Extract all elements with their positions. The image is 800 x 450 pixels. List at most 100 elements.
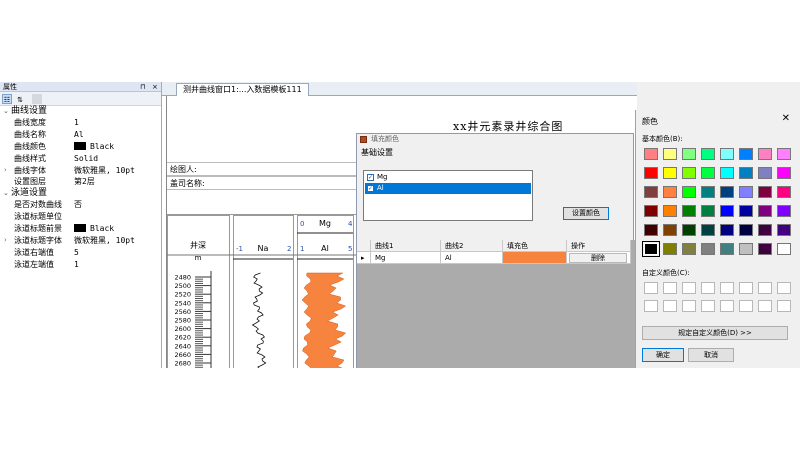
- property-row[interactable]: › 曲线字体 微软雅黑, 10pt: [0, 165, 161, 177]
- property-value[interactable]: 1: [74, 117, 79, 129]
- property-row[interactable]: 曲线名称 Al: [0, 129, 161, 141]
- grid-cell-curve2[interactable]: Al: [441, 252, 503, 264]
- custom-color-swatch[interactable]: [644, 300, 658, 312]
- chevron-down-icon[interactable]: ⌄: [3, 188, 9, 199]
- basic-color-swatch[interactable]: [682, 243, 696, 255]
- property-row[interactable]: 曲线宽度 1: [0, 117, 161, 129]
- chevron-down-icon[interactable]: ⌄: [3, 106, 9, 117]
- basic-color-swatch[interactable]: [663, 224, 677, 236]
- basic-color-swatch[interactable]: [777, 186, 791, 198]
- custom-color-swatch[interactable]: [720, 282, 734, 294]
- custom-color-swatch[interactable]: [777, 300, 791, 312]
- checkbox[interactable]: ✓: [367, 174, 374, 181]
- basic-color-swatch[interactable]: [701, 167, 715, 179]
- basic-color-swatch[interactable]: [758, 205, 772, 217]
- property-row[interactable]: 设置图层 第2层: [0, 176, 161, 188]
- basic-color-swatch[interactable]: [739, 167, 753, 179]
- custom-color-swatch[interactable]: [739, 300, 753, 312]
- property-value[interactable]: Al: [74, 129, 84, 141]
- grid-cell-action[interactable]: 删除: [567, 252, 631, 264]
- basic-color-swatch[interactable]: [720, 243, 734, 255]
- checkbox[interactable]: ✓: [367, 185, 374, 192]
- basic-color-swatch[interactable]: [701, 243, 715, 255]
- basic-color-swatch[interactable]: [720, 186, 734, 198]
- custom-color-swatch[interactable]: [644, 282, 658, 294]
- basic-color-swatch[interactable]: [739, 243, 753, 255]
- custom-color-swatch[interactable]: [777, 282, 791, 294]
- basic-color-swatch[interactable]: [701, 148, 715, 160]
- custom-color-swatch[interactable]: [739, 282, 753, 294]
- basic-color-swatch[interactable]: [644, 186, 658, 198]
- define-custom-colors-button[interactable]: 规定自定义颜色(D) >>: [642, 326, 788, 340]
- sort-az-icon[interactable]: ⇅: [15, 94, 25, 104]
- basic-color-swatch[interactable]: [682, 224, 696, 236]
- basic-color-swatch[interactable]: [720, 148, 734, 160]
- property-value[interactable]: 5: [74, 247, 79, 259]
- property-row[interactable]: 是否对数曲线 否: [0, 199, 161, 211]
- basic-color-swatch[interactable]: [682, 167, 696, 179]
- basic-color-swatch[interactable]: [777, 148, 791, 160]
- property-row[interactable]: › 泳道标题字体 微软雅黑, 10pt: [0, 235, 161, 247]
- basic-color-swatch[interactable]: [682, 205, 696, 217]
- basic-color-swatch[interactable]: [682, 148, 696, 160]
- custom-color-swatch[interactable]: [758, 300, 772, 312]
- close-icon[interactable]: ✕: [782, 113, 790, 124]
- basic-color-swatch[interactable]: [777, 224, 791, 236]
- basic-color-swatch[interactable]: [777, 243, 791, 255]
- basic-color-swatch[interactable]: [663, 167, 677, 179]
- basic-color-swatch[interactable]: [644, 224, 658, 236]
- property-row[interactable]: 泳道右端值 5: [0, 247, 161, 259]
- property-row[interactable]: 曲线样式 Solid: [0, 153, 161, 165]
- basic-color-swatch[interactable]: [777, 167, 791, 179]
- basic-color-swatch[interactable]: [720, 224, 734, 236]
- basic-color-swatch[interactable]: [701, 224, 715, 236]
- custom-color-swatch[interactable]: [720, 300, 734, 312]
- basic-color-swatch[interactable]: [777, 205, 791, 217]
- basic-color-swatch[interactable]: [644, 205, 658, 217]
- basic-color-swatch[interactable]: [682, 186, 696, 198]
- basic-color-swatch[interactable]: [644, 148, 658, 160]
- fill-color-cell[interactable]: [503, 252, 567, 264]
- property-value[interactable]: 微软雅黑, 10pt: [74, 235, 135, 247]
- custom-color-swatch[interactable]: [682, 300, 696, 312]
- pin-icon[interactable]: ⊓: [140, 82, 145, 92]
- basic-color-swatch[interactable]: [739, 205, 753, 217]
- chevron-right-icon[interactable]: ›: [4, 165, 7, 177]
- property-row[interactable]: 曲线颜色 Black: [0, 141, 161, 153]
- property-value[interactable]: 1: [74, 259, 79, 271]
- property-value[interactable]: Black: [74, 223, 114, 235]
- tab-log-curve-window[interactable]: 测井曲线窗口1:...入数据模板111: [176, 83, 309, 96]
- basic-color-swatch[interactable]: [642, 241, 660, 257]
- basic-color-swatch[interactable]: [701, 186, 715, 198]
- curve-check-item[interactable]: ✓ Mg: [365, 172, 531, 183]
- basic-color-swatch[interactable]: [644, 167, 658, 179]
- basic-color-swatch[interactable]: [739, 186, 753, 198]
- property-value[interactable]: 否: [74, 199, 82, 211]
- property-category[interactable]: ⌄ 曲线设置: [0, 106, 161, 117]
- cancel-button[interactable]: 取消: [688, 348, 734, 362]
- property-value[interactable]: 第2层: [74, 176, 95, 188]
- basic-color-swatch[interactable]: [758, 224, 772, 236]
- ok-button[interactable]: 确定: [642, 348, 684, 362]
- property-pages-icon[interactable]: [32, 94, 42, 104]
- property-category[interactable]: ⌄ 泳道设置: [0, 188, 161, 200]
- curve-check-item[interactable]: ✓ Al: [365, 183, 531, 194]
- custom-color-swatch[interactable]: [701, 282, 715, 294]
- basic-color-swatch[interactable]: [663, 148, 677, 160]
- basic-color-swatch[interactable]: [701, 205, 715, 217]
- set-color-button[interactable]: 设置颜色: [563, 207, 609, 220]
- property-value[interactable]: 微软雅黑, 10pt: [74, 165, 135, 177]
- row-header[interactable]: ▸: [357, 252, 371, 264]
- basic-color-swatch[interactable]: [739, 224, 753, 236]
- basic-color-swatch[interactable]: [663, 243, 677, 255]
- property-row[interactable]: 泳道标题前景 Black: [0, 223, 161, 235]
- basic-color-swatch[interactable]: [739, 148, 753, 160]
- custom-color-swatch[interactable]: [701, 300, 715, 312]
- basic-color-swatch[interactable]: [758, 167, 772, 179]
- custom-color-swatch[interactable]: [663, 282, 677, 294]
- grid-cell-curve1[interactable]: Mg: [371, 252, 441, 264]
- basic-color-swatch[interactable]: [758, 148, 772, 160]
- chevron-right-icon[interactable]: ›: [4, 235, 7, 247]
- basic-color-swatch[interactable]: [663, 205, 677, 217]
- basic-color-swatch[interactable]: [663, 186, 677, 198]
